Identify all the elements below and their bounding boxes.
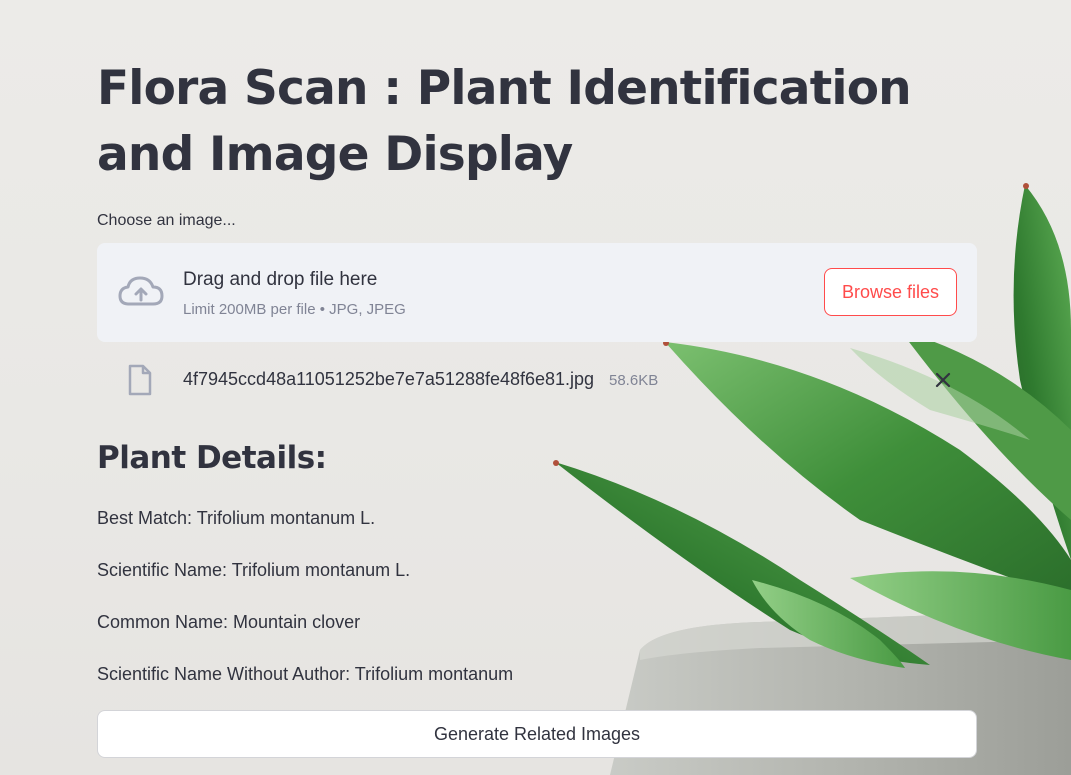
cloud-upload-icon bbox=[118, 276, 164, 306]
file-icon bbox=[128, 364, 152, 396]
browse-files-button[interactable]: Browse files bbox=[824, 268, 957, 316]
dropzone-instructions: Drag and drop file here bbox=[183, 269, 378, 290]
generate-related-images-button[interactable]: Generate Related Images bbox=[97, 710, 977, 758]
scientific-name-without-author-text: Scientific Name Without Author: Trifoliu… bbox=[97, 664, 514, 684]
scientific-name-text: Scientific Name: Trifolium montanum L. bbox=[97, 560, 411, 580]
common-name-text: Common Name: Mountain clover bbox=[97, 612, 361, 632]
page-title: Flora Scan : Plant Identification and Im… bbox=[97, 61, 912, 182]
uploader-label: Choose an image... bbox=[97, 212, 236, 229]
file-dropzone[interactable]: Drag and drop file here Limit 200MB per … bbox=[97, 243, 977, 342]
remove-file-button[interactable] bbox=[929, 366, 957, 394]
uploaded-file-row: 4f7945ccd48a11051252be7e7a51288fe48f6e81… bbox=[97, 360, 977, 400]
close-icon bbox=[935, 372, 951, 388]
uploaded-file-name: 4f7945ccd48a11051252be7e7a51288fe48f6e81… bbox=[183, 369, 595, 389]
plant-details-heading: Plant Details: bbox=[97, 440, 327, 476]
uploaded-file-size: 58.6KB bbox=[609, 372, 659, 389]
best-match-text: Best Match: Trifolium montanum L. bbox=[97, 508, 376, 528]
dropzone-limit-text: Limit 200MB per file • JPG, JPEG bbox=[183, 301, 406, 318]
